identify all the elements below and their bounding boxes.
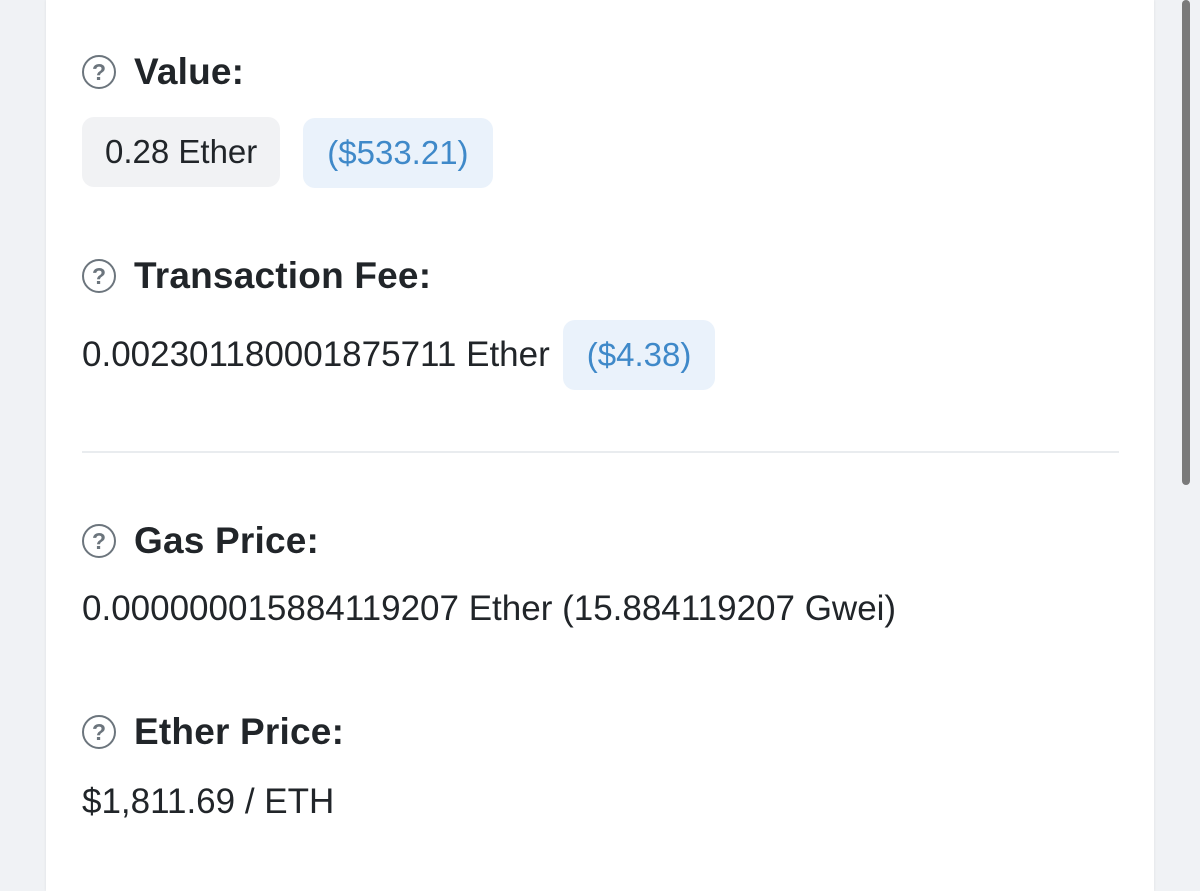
ether-price-label-row: ? Ether Price: (82, 710, 344, 754)
value-label-row: ? Value: (82, 50, 244, 94)
gas-price-row: 0.000000015884119207 Ether (15.884119207… (82, 589, 896, 629)
section-divider (82, 451, 1119, 453)
value-amount-badge: 0.28 Ether (82, 116, 281, 187)
transaction-fee-label: Transaction Fee: (134, 255, 432, 296)
gas-price-amount: 0.000000015884119207 Ether (15.884119207… (82, 589, 897, 628)
value-row: 0.28 Ether ($533.21) (82, 115, 493, 188)
transaction-fee-amount: 0.002301180001875711 Ether (82, 335, 550, 374)
value-usd-badge: ($533.21) (303, 118, 493, 188)
gas-price-label-row: ? Gas Price: (82, 519, 319, 563)
help-icon[interactable]: ? (82, 524, 116, 558)
transaction-fee-row: 0.002301180001875711 Ether ($4.38) (82, 320, 716, 390)
ether-price-label: Ether Price: (134, 711, 345, 752)
ether-price-row: $1,811.69 / ETH (82, 782, 334, 822)
help-icon[interactable]: ? (82, 55, 116, 89)
help-icon[interactable]: ? (82, 259, 116, 293)
ether-price-amount: $1,811.69 / ETH (82, 782, 335, 821)
transaction-fee-usd-badge: ($4.38) (562, 320, 716, 390)
help-icon[interactable]: ? (82, 715, 116, 749)
transaction-fee-label-row: ? Transaction Fee: (82, 254, 431, 298)
gas-price-label: Gas Price: (134, 520, 320, 561)
value-label: Value: (134, 51, 245, 92)
scrollbar[interactable] (1182, 0, 1190, 485)
